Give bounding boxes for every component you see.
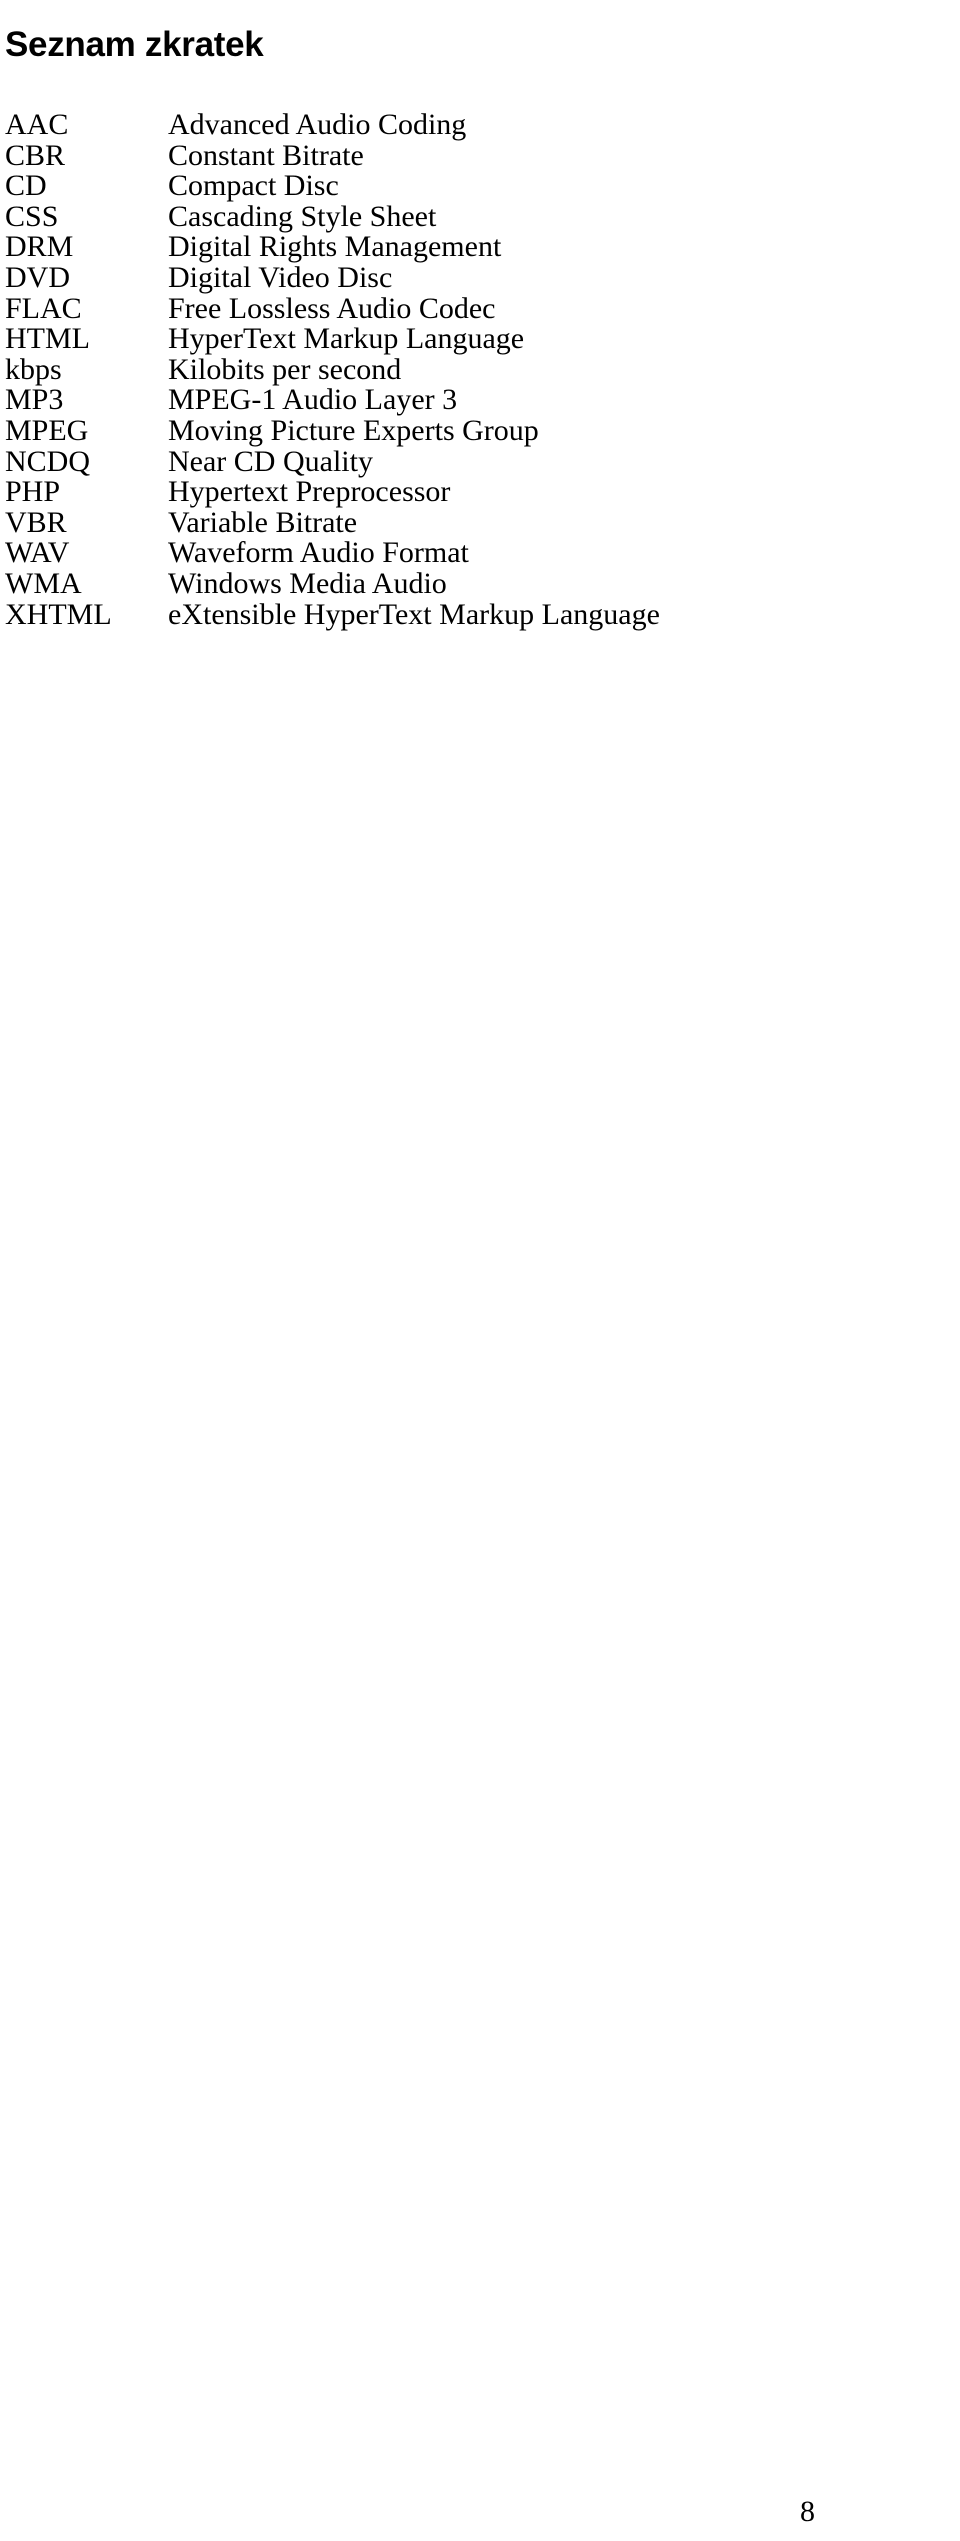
abbreviation-description: Free Lossless Audio Codec (168, 291, 496, 325)
abbreviation-row: WAV Waveform Audio Format (0, 538, 960, 569)
abbreviation-term: HTML (5, 322, 90, 356)
abbreviation-description: Digital Video Disc (168, 260, 393, 294)
abbreviation-row: XHTML eXtensible HyperText Markup Languag… (0, 597, 960, 631)
abbreviation-description: Hypertext Preprocessor (168, 475, 451, 509)
page-title: Seznam zkratek (5, 25, 264, 65)
abbreviation-row: CSS Cascading Style Sheet (0, 199, 960, 233)
abbreviation-term: PHP (5, 475, 61, 509)
abbreviation-term: WAV (5, 536, 70, 570)
abbreviation-description: Waveform Audio Format (168, 536, 469, 570)
abbreviation-row: MP3 MPEG-1 Audio Layer 3 (0, 385, 960, 416)
abbreviation-description: MPEG-1 Audio Layer 3 (168, 383, 458, 417)
abbreviation-term: WMA (5, 566, 82, 600)
abbreviation-row: VBR Variable Bitrate (0, 505, 960, 539)
abbreviation-term: DRM (5, 230, 74, 264)
abbreviation-description: Compact Disc (168, 169, 339, 203)
abbreviation-term: FLAC (5, 291, 82, 325)
abbreviation-row: FLAC Free Lossless Audio Codec (0, 291, 960, 325)
abbreviation-description: Cascading Style Sheet (168, 199, 437, 233)
abbreviation-row: MPEG Moving Picture Experts Group (0, 413, 960, 447)
abbreviation-description: Variable Bitrate (168, 505, 358, 539)
abbreviation-description: Near CD Quality (168, 444, 373, 478)
abbreviation-description: HyperText Markup Language (168, 322, 525, 356)
abbreviation-term: CSS (5, 199, 59, 233)
page-number: 8 (800, 2495, 815, 2528)
abbreviation-term: DVD (5, 260, 70, 294)
abbreviation-row: DVD Digital Video Disc (0, 260, 960, 294)
abbreviation-row: kbps Kilobits per second (0, 352, 960, 386)
abbreviation-term: MP3 (5, 383, 64, 417)
abbreviation-term: XHTML (5, 597, 112, 631)
abbreviation-description: eXtensible HyperText Markup Language (168, 597, 660, 631)
abbreviation-description: Constant Bitrate (168, 138, 364, 172)
abbreviation-term: CBR (5, 138, 66, 172)
abbreviation-term: MPEG (5, 413, 89, 447)
abbreviation-term: AAC (5, 108, 69, 141)
abbreviation-row: HTML HyperText Markup Language (0, 324, 960, 355)
abbreviation-row: DRM Digital Rights Management (0, 232, 960, 263)
abbreviation-row: PHP Hypertext Preprocessor (0, 477, 960, 508)
abbreviation-term: kbps (5, 352, 62, 386)
abbreviation-list: AAC Advanced Audio Coding CBR Constant Bitr… (0, 108, 960, 631)
abbreviation-row: WMA Windows Media Audio (0, 566, 960, 600)
abbreviation-row: AAC Advanced Audio Coding (0, 108, 960, 141)
document-page: Seznam zkratek AAC Advanced Audio Coding C… (0, 0, 960, 2541)
abbreviation-description: Kilobits per second (168, 352, 402, 386)
abbreviation-description: Moving Picture Experts Group (168, 413, 539, 447)
abbreviation-term: CD (5, 169, 47, 203)
abbreviation-description: Digital Rights Management (168, 230, 502, 264)
abbreviation-description: Windows Media Audio (168, 566, 447, 600)
abbreviation-term: NCDQ (5, 444, 91, 478)
abbreviation-row: NCDQ Near CD Quality (0, 444, 960, 478)
abbreviation-term: VBR (5, 505, 67, 539)
abbreviation-description: Advanced Audio Coding (168, 108, 467, 141)
abbreviation-row: CD Compact Disc (0, 171, 960, 202)
abbreviation-row: CBR Constant Bitrate (0, 138, 960, 172)
